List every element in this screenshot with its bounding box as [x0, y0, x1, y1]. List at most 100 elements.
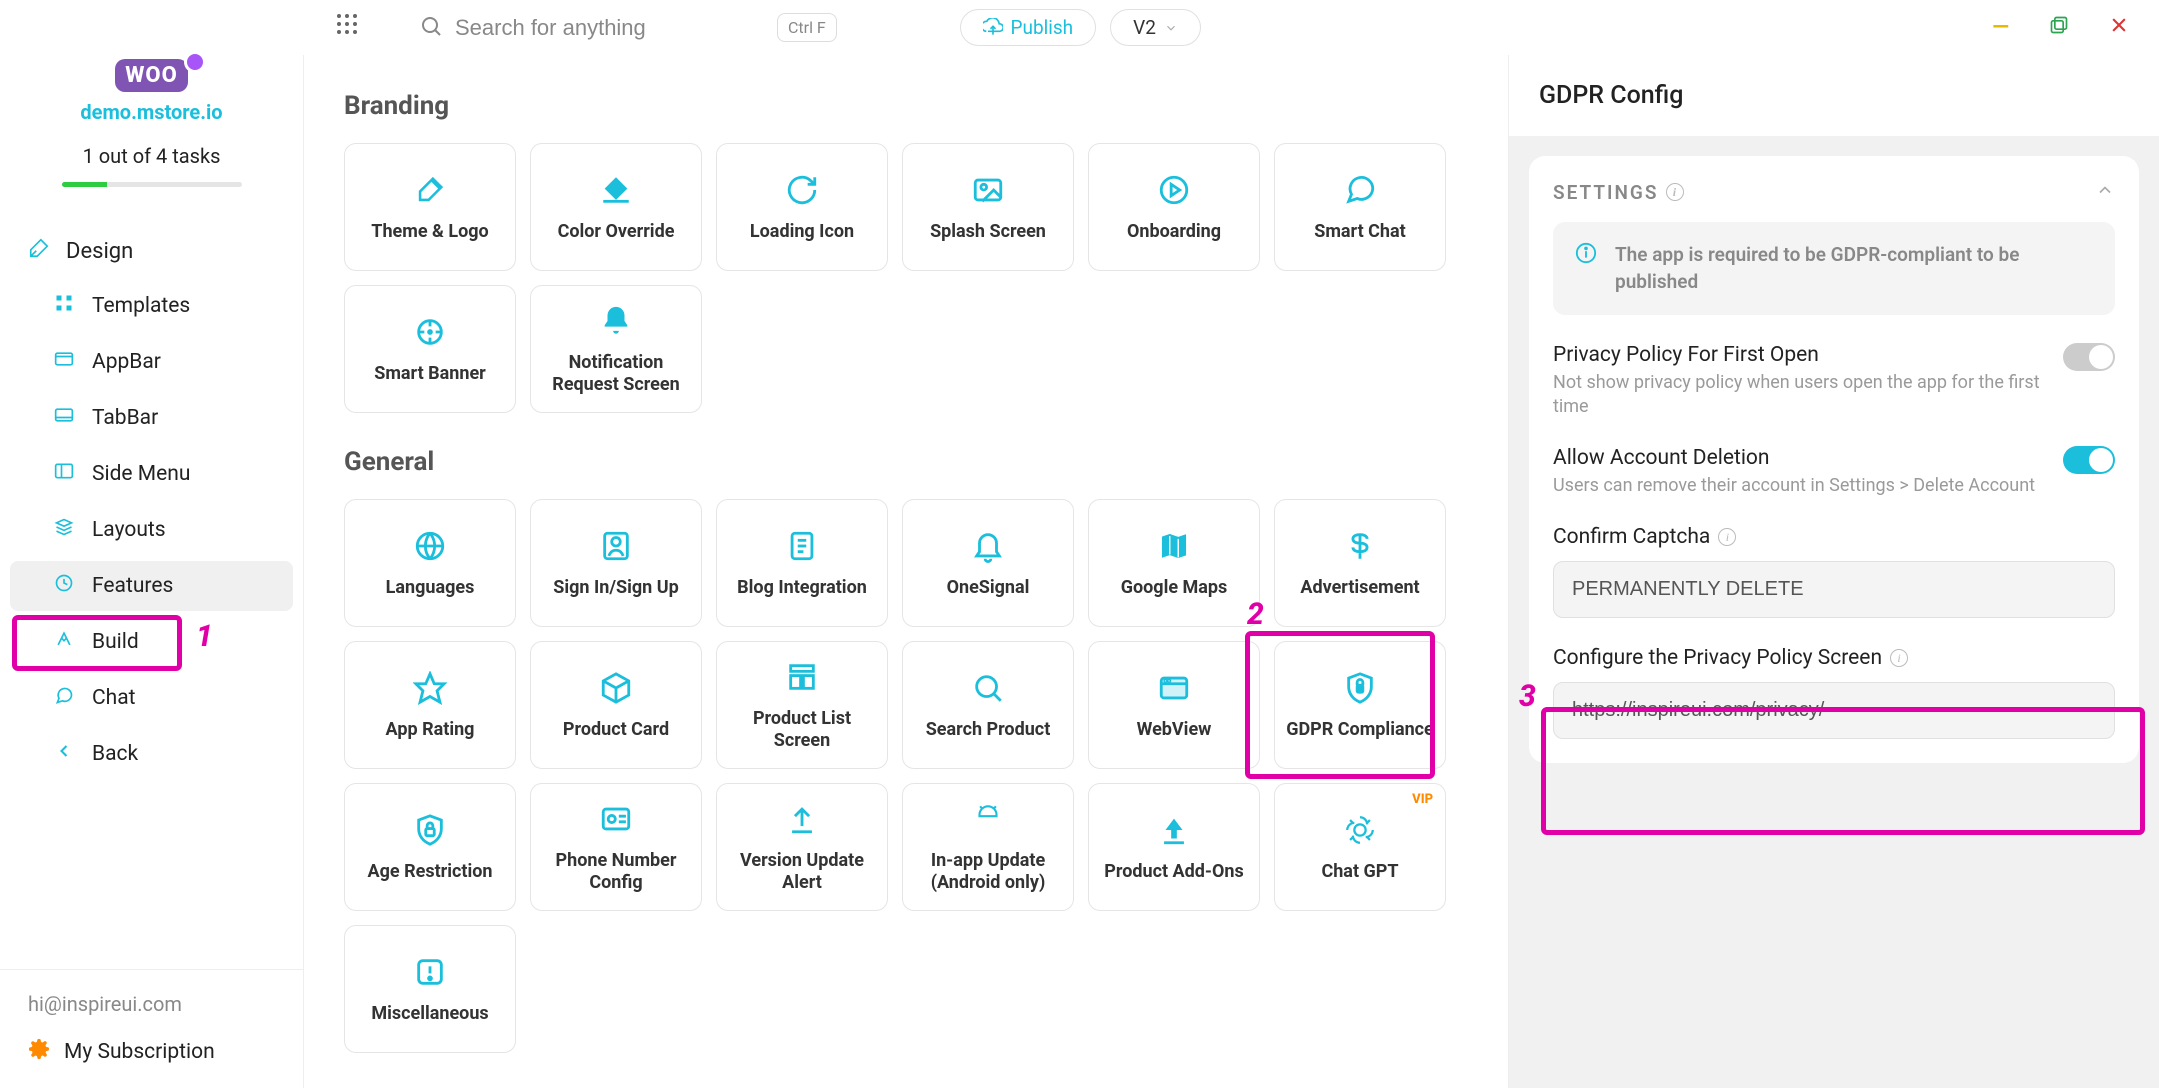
info-icon[interactable]: i: [1890, 649, 1908, 667]
feature-card-smart-chat[interactable]: Smart Chat: [1274, 143, 1446, 271]
feature-card-loading-icon[interactable]: Loading Icon: [716, 143, 888, 271]
feature-card-color-override[interactable]: Color Override: [530, 143, 702, 271]
section-title: Branding: [344, 91, 1468, 121]
chat-icon: [1343, 171, 1377, 209]
card-label: OneSignal: [947, 577, 1030, 599]
card-label: Blog Integration: [737, 577, 867, 599]
bell-icon: [599, 302, 633, 340]
privacy-first-open-desc: Not show privacy policy when users open …: [1553, 371, 2043, 418]
card-label: Languages: [386, 577, 475, 599]
logo-badge-dot: [184, 51, 206, 73]
chevron-down-icon: [1164, 21, 1178, 35]
section-title: General: [344, 447, 1468, 477]
circle-play-icon: [1157, 171, 1191, 209]
tasks-label: 1 out of 4 tasks: [83, 144, 221, 168]
feature-card-blog-integration[interactable]: Blog Integration: [716, 499, 888, 627]
feature-card-age-restriction[interactable]: Age Restriction: [344, 783, 516, 911]
features-icon: [52, 573, 76, 599]
search-input[interactable]: [455, 15, 755, 41]
card-label: Onboarding: [1127, 221, 1221, 243]
feature-card-notification-request-screen[interactable]: Notification Request Screen: [530, 285, 702, 413]
sidebar-item-appbar[interactable]: AppBar: [10, 337, 293, 387]
sidebar-item-build[interactable]: Build: [10, 617, 293, 667]
gdpr-info-banner: The app is required to be GDPR-compliant…: [1553, 222, 2115, 315]
apps-grid-icon[interactable]: [335, 12, 359, 43]
feature-card-search-product[interactable]: Search Product: [902, 641, 1074, 769]
card-label: In-app Update (Android only): [913, 850, 1063, 893]
feature-card-phone-number-config[interactable]: Phone Number Config: [530, 783, 702, 911]
sidebar-item-sidemenu[interactable]: Side Menu: [10, 449, 293, 499]
info-icon[interactable]: i: [1718, 528, 1736, 546]
sidebar-item-templates[interactable]: Templates: [10, 281, 293, 331]
vip-badge: VIP: [1412, 792, 1433, 807]
feature-card-gdpr-compliance[interactable]: GDPR Compliance: [1274, 641, 1446, 769]
card-label: GDPR Compliance: [1286, 719, 1434, 741]
feature-card-smart-banner[interactable]: Smart Banner: [344, 285, 516, 413]
sidebar-item-features[interactable]: Features: [10, 561, 293, 611]
feature-card-languages[interactable]: Languages: [344, 499, 516, 627]
sidebar-item-layouts[interactable]: Layouts: [10, 505, 293, 555]
search-shortcut: Ctrl F: [777, 13, 837, 42]
logo-text: WOO: [115, 59, 188, 92]
nav-section-design[interactable]: Design: [10, 227, 293, 275]
build-icon: [52, 629, 76, 655]
privacy-url-input[interactable]: [1553, 682, 2115, 739]
feature-card-app-rating[interactable]: App Rating: [344, 641, 516, 769]
feature-card-onboarding[interactable]: Onboarding: [1088, 143, 1260, 271]
annotation-label-1: 1: [196, 619, 213, 654]
card-label: Advertisement: [1300, 577, 1419, 599]
android-icon: [971, 800, 1005, 838]
sidebar-item-label: TabBar: [92, 406, 158, 430]
content-area: Branding Theme & Logo Color OverrideLoadin…: [304, 55, 1509, 1088]
collapse-icon[interactable]: [2095, 180, 2115, 204]
card-label: Age Restriction: [368, 861, 493, 883]
sidebar-item-label: Chat: [92, 686, 136, 710]
feature-card-product-add-ons[interactable]: Product Add-Ons: [1088, 783, 1260, 911]
feature-card-theme-logo[interactable]: Theme & Logo: [344, 143, 516, 271]
feature-card-webview[interactable]: WebView: [1088, 641, 1260, 769]
feature-card-chat-gpt[interactable]: Chat GPTVIP: [1274, 783, 1446, 911]
feature-card-miscellaneous[interactable]: Miscellaneous: [344, 925, 516, 1053]
card-label: Phone Number Config: [541, 850, 691, 893]
window-minimize-icon[interactable]: —: [1992, 15, 2009, 41]
feature-card-in-app-update-android-only-[interactable]: In-app Update (Android only): [902, 783, 1074, 911]
allow-deletion-toggle[interactable]: [2063, 446, 2115, 474]
browser-icon: [1157, 669, 1191, 707]
card-label: Smart Chat: [1314, 221, 1406, 243]
feature-card-sign-in-sign-up[interactable]: Sign In/Sign Up: [530, 499, 702, 627]
card-label: Theme & Logo: [371, 221, 488, 243]
star-icon: [413, 669, 447, 707]
sidebar-item-label: Layouts: [92, 518, 166, 542]
panel-title: GDPR Config: [1509, 55, 2159, 136]
feature-card-product-list-screen[interactable]: Product List Screen: [716, 641, 888, 769]
publish-button[interactable]: Publish: [960, 9, 1097, 46]
version-selector[interactable]: V2: [1110, 9, 1201, 46]
store-domain[interactable]: demo.mstore.io: [80, 100, 222, 124]
window-close-icon[interactable]: [2109, 15, 2129, 41]
sidebar-item-tabbar[interactable]: TabBar: [10, 393, 293, 443]
confirm-captcha-label: Confirm Captcha: [1553, 525, 1710, 549]
my-subscription-link[interactable]: My Subscription: [28, 1038, 275, 1066]
window-maximize-icon[interactable]: [2049, 15, 2069, 41]
info-icon[interactable]: i: [1666, 183, 1684, 201]
templates-icon: [52, 293, 76, 319]
search-icon: [419, 14, 443, 42]
feature-card-version-update-alert[interactable]: Version Update Alert: [716, 783, 888, 911]
confirm-captcha-input[interactable]: [1553, 561, 2115, 618]
feature-card-product-card[interactable]: Product Card: [530, 641, 702, 769]
feature-card-splash-screen[interactable]: Splash Screen: [902, 143, 1074, 271]
user-card-icon: [599, 527, 633, 565]
tasks-progress[interactable]: 1 out of 4 tasks: [0, 144, 303, 187]
privacy-first-open-toggle[interactable]: [2063, 343, 2115, 371]
feature-card-google-maps[interactable]: Google Maps: [1088, 499, 1260, 627]
add-upload-icon: [1157, 811, 1191, 849]
card-label: Product Card: [563, 719, 669, 741]
feature-card-advertisement[interactable]: Advertisement: [1274, 499, 1446, 627]
publish-label: Publish: [1011, 16, 1074, 39]
card-label: Sign In/Sign Up: [553, 577, 678, 599]
sidebar-item-back[interactable]: Back: [10, 729, 293, 779]
card-label: Smart Banner: [374, 363, 486, 385]
card-label: WebView: [1137, 719, 1212, 741]
feature-card-onesignal[interactable]: OneSignal: [902, 499, 1074, 627]
sidebar-item-chat[interactable]: Chat: [10, 673, 293, 723]
